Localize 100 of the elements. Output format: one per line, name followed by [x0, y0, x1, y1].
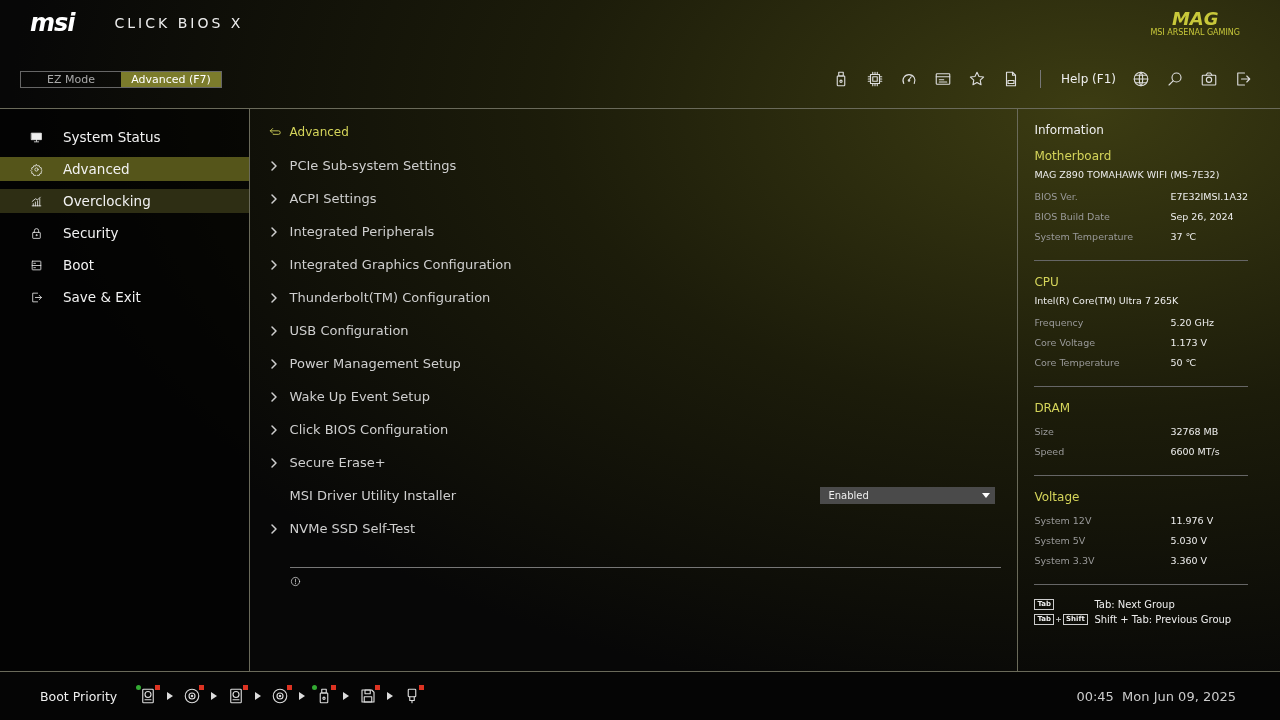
setting-label: MSI Driver Utility Installer	[289, 488, 456, 503]
info-value: 5.030 V	[1170, 534, 1209, 546]
status-badge	[155, 685, 161, 690]
card-icon[interactable]	[933, 70, 952, 88]
status-badge	[331, 685, 337, 690]
status-badge	[419, 685, 425, 690]
check-dot	[312, 685, 318, 690]
drive-icon	[30, 258, 43, 272]
chart-icon	[30, 194, 43, 208]
info-label: System Temperature	[1034, 230, 1134, 242]
boot-device[interactable]	[139, 687, 158, 705]
sidebar-item[interactable]: System Status	[0, 125, 249, 149]
sidebar-item[interactable]: Overclocking	[0, 189, 249, 213]
info-label: BIOS Build Date	[1034, 210, 1111, 222]
group-heading: Motherboard	[1034, 149, 1113, 163]
boot-device[interactable]	[271, 687, 290, 705]
info-label: BIOS Ver.	[1034, 190, 1079, 202]
exit-icon	[30, 290, 43, 304]
setting-dropdown[interactable]: Enabled	[820, 487, 996, 504]
search-icon[interactable]	[1166, 70, 1184, 88]
submenu-item[interactable]: Integrated Graphics Configuration	[289, 257, 512, 272]
group-heading: CPU	[1034, 275, 1060, 289]
arrow-right-icon	[387, 692, 394, 700]
info-label: System 5V	[1034, 534, 1087, 546]
arrow-right-icon	[211, 692, 218, 700]
submenu-item[interactable]: Thunderbolt(TM) Configuration	[289, 290, 491, 305]
group-heading: DRAM	[1034, 401, 1072, 415]
info-label: Speed	[1034, 445, 1066, 457]
shortcut-hint: Shift + Tab: Previous Group	[1094, 614, 1233, 625]
shortcut-hint: Tab: Next Group	[1094, 599, 1176, 610]
submenu-item[interactable]: Click BIOS Configuration	[289, 422, 449, 437]
info-value: 37 ℃	[1170, 230, 1198, 242]
sidebar-item[interactable]: Save & Exit	[0, 285, 249, 309]
submenu-item[interactable]: Integrated Peripherals	[289, 224, 435, 239]
group-subtitle: Intel(R) Core(TM) Ultra 7 265K	[1034, 295, 1180, 306]
info-icon	[289, 576, 301, 587]
cpu-icon[interactable]	[865, 70, 884, 88]
boot-priority-label: Boot Priority	[40, 688, 118, 704]
monitor-icon	[30, 130, 43, 144]
submenu-item[interactable]: NVMe SSD Self-Test	[289, 521, 416, 536]
product-title: CLICK BIOS X	[114, 15, 244, 31]
info-label: System 3.3V	[1034, 554, 1096, 566]
boot-device[interactable]	[183, 687, 202, 705]
globe-icon[interactable]	[1132, 70, 1150, 88]
info-value: Sep 26, 2024	[1170, 210, 1235, 222]
boot-device[interactable]	[359, 687, 378, 705]
info-label: Size	[1034, 425, 1055, 437]
info-value: E7E32IMSI.1A32	[1170, 190, 1248, 202]
arrow-right-icon	[167, 692, 174, 700]
back-arrow-icon[interactable]	[267, 126, 282, 138]
arrow-right-icon	[255, 692, 262, 700]
status-badge	[199, 685, 205, 690]
submenu-item[interactable]: Power Management Setup	[289, 356, 461, 371]
submenu-item[interactable]: Wake Up Event Setup	[289, 389, 430, 404]
panel-title: Information	[1034, 123, 1105, 137]
disc-icon	[271, 687, 290, 705]
group-heading: Voltage	[1034, 490, 1081, 504]
info-value: 6600 MT/s	[1170, 445, 1221, 457]
info-label: Core Temperature	[1034, 356, 1121, 368]
info-label: Core Voltage	[1034, 336, 1097, 348]
exit-icon[interactable]	[1234, 70, 1252, 88]
check-dot	[136, 685, 142, 690]
help-link[interactable]: Help (F1)	[1060, 72, 1116, 86]
status-badge	[375, 685, 381, 690]
caret-icon	[982, 492, 991, 499]
breadcrumb: Advanced	[289, 125, 349, 139]
camera-icon[interactable]	[1200, 70, 1218, 88]
boot-device[interactable]	[315, 687, 334, 705]
info-value: 3.360 V	[1170, 554, 1209, 566]
clock: 00:45 Mon Jun 09, 2025	[1076, 688, 1236, 704]
info-value: 1.173 V	[1170, 336, 1209, 348]
lock-icon	[30, 226, 43, 240]
series-logo: MAG MSI ARSENAL GAMING	[1150, 9, 1240, 37]
sidebar-item[interactable]: Security	[0, 221, 249, 245]
submenu-item[interactable]: Secure Erase+	[289, 455, 386, 470]
boot-device[interactable]	[227, 687, 246, 705]
info-label: Frequency	[1034, 316, 1085, 328]
info-value: 50 ℃	[1170, 356, 1198, 368]
info-label: System 12V	[1034, 514, 1093, 526]
brand-logo: msi	[30, 9, 75, 37]
submenu-item[interactable]: ACPI Settings	[289, 191, 377, 206]
mode-tab[interactable]: Advanced (F7)	[121, 71, 221, 87]
sidebar-item[interactable]: Advanced	[0, 157, 249, 181]
status-badge	[287, 685, 293, 690]
floppy-icon	[359, 687, 378, 705]
mode-tab[interactable]: EZ Mode	[21, 71, 121, 87]
arrow-right-icon	[343, 692, 350, 700]
submenu-item[interactable]: PCIe Sub-system Settings	[289, 158, 457, 173]
plus-icon	[1056, 617, 1061, 622]
info-value: 11.976 V	[1170, 514, 1215, 526]
group-subtitle: MAG Z890 TOMAHAWK WIFI (MS-7E32)	[1034, 169, 1221, 180]
sidebar-item[interactable]: Boot	[0, 253, 249, 277]
submenu-item[interactable]: USB Configuration	[289, 323, 409, 338]
gear-icon	[30, 162, 43, 176]
star-icon[interactable]	[967, 70, 986, 88]
info-value: 5.20 GHz	[1170, 316, 1216, 328]
status-badge	[243, 685, 249, 690]
arrow-right-icon	[299, 692, 306, 700]
info-value: 32768 MB	[1170, 425, 1220, 437]
disc-icon	[183, 687, 202, 705]
